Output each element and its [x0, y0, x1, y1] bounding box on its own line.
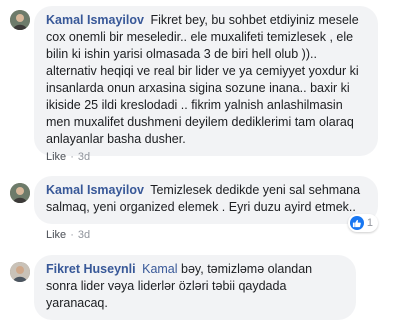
comment-timestamp[interactable]: 3d — [78, 151, 90, 163]
comment-author[interactable]: Kamal Ismayilov — [46, 13, 144, 27]
comment-text: Fikret bey, bu sohbet etdiyiniz mesele c… — [46, 13, 359, 146]
comment-author[interactable]: Fikret Huseynli — [46, 262, 136, 276]
mention-link[interactable]: Kamal — [142, 262, 177, 276]
comment-bubble: Kamal Ismayilov Fikret bey, bu sohbet et… — [34, 6, 378, 156]
reaction-count[interactable]: 1 — [347, 214, 378, 232]
separator: · — [70, 229, 74, 241]
comment-author[interactable]: Kamal Ismayilov — [46, 183, 144, 197]
comment-bubble: Kamal Ismayilov Temizlesek dedikde yeni … — [34, 176, 378, 232]
like-link[interactable]: Like — [46, 151, 66, 163]
avatar[interactable] — [10, 183, 30, 203]
comment-bubble: Fikret Huseynli Kamal bəy, təmizləmə ola… — [34, 255, 356, 320]
comment-actions: Like · 3d — [46, 228, 90, 242]
like-thumb-icon — [349, 216, 364, 230]
comment-timestamp[interactable]: 3d — [78, 229, 90, 241]
avatar[interactable] — [10, 10, 30, 30]
separator: · — [70, 151, 74, 163]
reaction-number: 1 — [366, 216, 373, 229]
avatar[interactable] — [10, 262, 30, 282]
comment-actions: Like · 3d — [46, 150, 90, 164]
like-link[interactable]: Like — [46, 229, 66, 241]
